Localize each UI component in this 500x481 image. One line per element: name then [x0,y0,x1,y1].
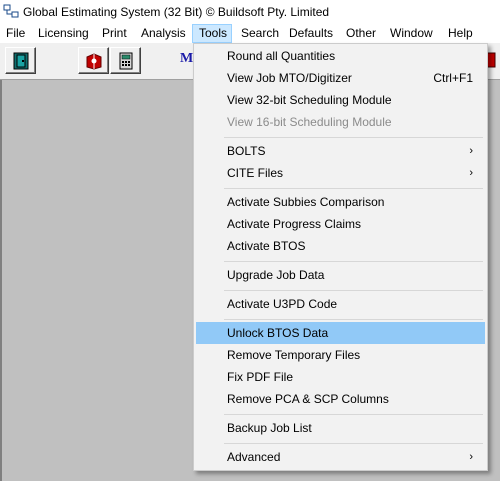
title-bar: Global Estimating System (32 Bit) © Buil… [0,0,500,24]
toolbar-book-button[interactable] [78,47,109,74]
tools-dropdown-menu: Round all Quantities View Job MTO/Digiti… [193,43,488,471]
shortcut-label: Ctrl+F1 [433,71,473,85]
menu-window[interactable]: Window [384,24,439,43]
toolbar-partial-label: M [180,51,194,66]
menu-item-activate-btos[interactable]: Activate BTOS [196,235,485,257]
menu-separator [224,319,483,320]
menu-item-activate-progress-claims[interactable]: Activate Progress Claims [196,213,485,235]
menu-item-backup-job-list[interactable]: Backup Job List [196,417,485,439]
app-network-icon[interactable] [3,4,19,19]
menu-licensing[interactable]: Licensing [32,24,95,43]
menu-analysis[interactable]: Analysis [135,24,192,43]
menu-separator [224,290,483,291]
menu-other[interactable]: Other [340,24,382,43]
menu-item-round-all-quantities[interactable]: Round all Quantities [196,45,485,67]
menu-item-unlock-btos-data[interactable]: Unlock BTOS Data [196,322,485,344]
menu-item-view-job-mto[interactable]: View Job MTO/Digitizer Ctrl+F1 [196,67,485,89]
menu-file[interactable]: File [0,24,31,43]
menu-help[interactable]: Help [442,24,479,43]
menu-item-upgrade-job-data[interactable]: Upgrade Job Data [196,264,485,286]
window-title: Global Estimating System (32 Bit) © Buil… [23,5,330,19]
menu-separator [224,137,483,138]
menu-search[interactable]: Search [235,24,285,43]
menu-item-view-32bit-scheduling[interactable]: View 32-bit Scheduling Module [196,89,485,111]
menu-item-activate-u3pd-code[interactable]: Activate U3PD Code [196,293,485,315]
menu-separator [224,261,483,262]
menu-item-cite-files[interactable]: CITE Files › [196,162,485,184]
menu-item-remove-temporary-files[interactable]: Remove Temporary Files [196,344,485,366]
mdi-border [0,80,2,481]
menu-item-bolts[interactable]: BOLTS › [196,140,485,162]
menu-defaults[interactable]: Defaults [283,24,339,43]
menu-item-advanced[interactable]: Advanced › [196,446,485,468]
chevron-right-icon: › [469,451,473,463]
menu-tools[interactable]: Tools [192,24,232,43]
menu-item-activate-subbies-comparison[interactable]: Activate Subbies Comparison [196,191,485,213]
menu-item-view-16bit-scheduling: View 16-bit Scheduling Module [227,115,392,129]
chevron-right-icon: › [469,167,473,179]
menu-separator [224,443,483,444]
menu-item-fix-pdf-file[interactable]: Fix PDF File [196,366,485,388]
toolbar-calculator-button[interactable] [110,47,141,74]
menu-bar: File Licensing Print Analysis Tools Sear… [0,24,500,43]
chevron-right-icon: › [469,145,473,157]
menu-item-remove-pca-scp-columns[interactable]: Remove PCA & SCP Columns [196,388,485,410]
menu-separator [224,188,483,189]
toolbar-exit-button[interactable] [5,47,36,74]
menu-separator [224,414,483,415]
menu-print[interactable]: Print [96,24,133,43]
